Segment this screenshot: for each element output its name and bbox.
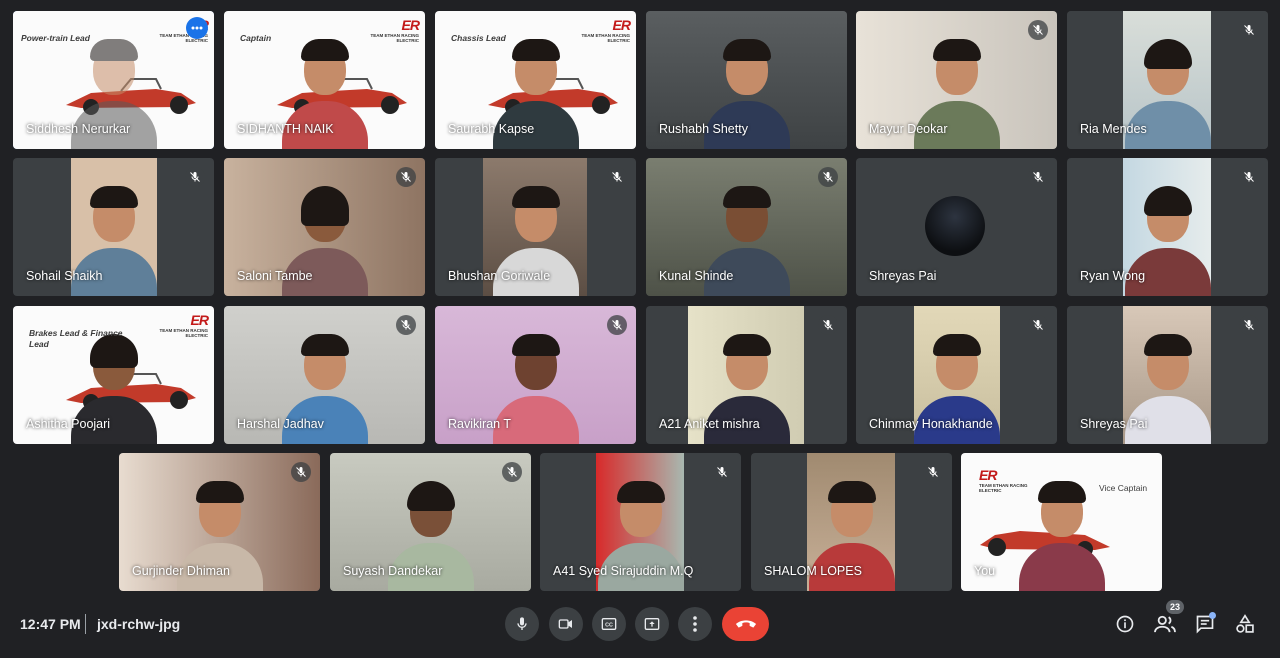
participant-tile[interactable]: Harshal Jadhav: [224, 306, 425, 444]
participant-tile[interactable]: Captain ER TEAM ETHAN RACING ELECTRIC SID…: [224, 11, 425, 149]
more-options-icon: [693, 616, 697, 632]
participant-tile[interactable]: Rushabh Shetty: [646, 11, 847, 149]
mic-off-icon: [1239, 167, 1259, 187]
participant-tile[interactable]: Chassis Lead ER TEAM ETHAN RACING ELECTRI…: [435, 11, 636, 149]
divider: [85, 614, 86, 634]
role-label: Brakes Lead & Finance Lead: [29, 328, 123, 349]
mic-off-icon: [1239, 315, 1259, 335]
participant-tile[interactable]: Chinmay Honakhande: [856, 306, 1057, 444]
participant-tile[interactable]: Saloni Tambe: [224, 158, 425, 296]
participant-tile[interactable]: Shreyas Pai: [856, 158, 1057, 296]
participant-tile[interactable]: Shreyas Pai: [1067, 306, 1268, 444]
participant-tile[interactable]: A41 Syed Sirajuddin M.Q: [540, 453, 741, 591]
participant-tile[interactable]: SHALOM LOPES: [751, 453, 952, 591]
mic-off-icon: [185, 167, 205, 187]
participant-name: You: [974, 564, 996, 578]
participant-name: Suyash Dandekar: [343, 564, 443, 578]
role-label: Captain: [240, 33, 272, 43]
participant-tile[interactable]: Ravikiran T: [435, 306, 636, 444]
team-logo: ERTEAM ETHAN RACING ELECTRIC: [581, 17, 632, 43]
team-logo: ERTEAM ETHAN RACING ELECTRIC: [370, 17, 421, 43]
leave-call-button[interactable]: [722, 607, 769, 641]
mic-off-icon: [291, 462, 311, 482]
mic-off-icon: [502, 462, 522, 482]
participant-name: Siddhesh Nerurkar: [26, 122, 131, 136]
participant-name: Gurjinder Dhiman: [132, 564, 230, 578]
present-icon: [644, 618, 660, 630]
mic-off-icon: [607, 167, 627, 187]
captions-icon: CC: [601, 618, 617, 630]
more-options-icon[interactable]: [186, 17, 208, 39]
participant-name: Chinmay Honakhande: [869, 417, 993, 431]
people-button[interactable]: [1153, 612, 1177, 636]
participant-name: Shreyas Pai: [869, 269, 937, 283]
svg-text:CC: CC: [605, 623, 613, 629]
mic-off-icon: [923, 462, 943, 482]
mic-icon: [517, 617, 527, 630]
participant-tile[interactable]: Mayur Deokar: [856, 11, 1057, 149]
participant-name: Ryan Wong: [1080, 269, 1146, 283]
meeting-details-button[interactable]: [1113, 612, 1137, 636]
participant-tile[interactable]: Power-train Lead ERTEAM ETHAN RACING ELE…: [13, 11, 214, 149]
participant-name: Ashitha Poojari: [26, 417, 111, 431]
role-label: Chassis Lead: [451, 33, 506, 43]
participant-name: Rushabh Shetty: [659, 122, 748, 136]
participant-name: Mayur Deokar: [869, 122, 948, 136]
participant-tile[interactable]: Brakes Lead & Finance Lead ER TEAM ETHAN …: [13, 306, 214, 444]
camera-icon: [558, 619, 572, 629]
participant-tile[interactable]: ER TEAM ETHAN RACING ELECTRIC Vice Captai…: [961, 453, 1162, 591]
mic-off-icon: [818, 315, 838, 335]
participant-tile[interactable]: Sohail Shaikh: [13, 158, 214, 296]
participant-tile[interactable]: Gurjinder Dhiman: [119, 453, 320, 591]
participant-name: Saurabh Kapse: [448, 122, 535, 136]
role-label: Vice Captain: [1099, 483, 1148, 493]
participant-tile[interactable]: Ria Mendes: [1067, 11, 1268, 149]
participant-name: Harshal Jadhav: [237, 417, 324, 431]
avatar: [925, 196, 985, 256]
mic-off-icon: [1028, 315, 1048, 335]
participant-name: Sohail Shaikh: [26, 269, 103, 283]
participant-name: Shreyas Pai: [1080, 417, 1148, 431]
participant-tile[interactable]: Ryan Wong: [1067, 158, 1268, 296]
mic-off-icon: [1239, 20, 1259, 40]
participant-tile[interactable]: A21 Aniket mishra: [646, 306, 847, 444]
meeting-toolbar: 12:47 PM jxd-rchw-jpg CC 23: [0, 600, 1280, 658]
mic-off-icon: [712, 462, 732, 482]
captions-button[interactable]: CC: [592, 607, 626, 641]
participant-name: Saloni Tambe: [237, 269, 313, 283]
participant-name: A21 Aniket mishra: [659, 417, 760, 431]
participant-name: Kunal Shinde: [659, 269, 734, 283]
participant-name: SHALOM LOPES: [764, 564, 862, 578]
participant-name: Ria Mendes: [1080, 122, 1147, 136]
camera-button[interactable]: [549, 607, 583, 641]
more-options-button[interactable]: [678, 607, 712, 641]
participant-name: A41 Syed Sirajuddin M.Q: [553, 564, 694, 578]
hangup-icon: [735, 620, 756, 628]
participant-name: SIDHANTH NAIK: [237, 122, 334, 136]
mic-off-icon: [607, 315, 627, 335]
participant-name: Ravikiran T: [448, 417, 511, 431]
role-label: Power-train Lead: [21, 33, 90, 43]
participant-tile[interactable]: Suyash Dandekar: [330, 453, 531, 591]
mic-button[interactable]: [505, 607, 539, 641]
meeting-code: jxd-rchw-jpg: [97, 616, 181, 632]
participant-name: Bhushan Goriwale: [448, 269, 551, 283]
participant-tile[interactable]: Bhushan Goriwale: [435, 158, 636, 296]
team-logo: ERTEAM ETHAN RACING ELECTRIC: [159, 312, 210, 338]
present-button[interactable]: [635, 607, 669, 641]
people-icon: [1154, 615, 1176, 633]
mic-off-icon: [396, 315, 416, 335]
mic-off-icon: [1028, 167, 1048, 187]
team-logo: ERTEAM ETHAN RACING ELECTRIC: [979, 467, 1028, 493]
participant-tile[interactable]: Kunal Shinde: [646, 158, 847, 296]
mic-off-icon: [818, 167, 838, 187]
info-icon: [1116, 615, 1134, 633]
meeting-time: 12:47 PM: [20, 616, 81, 632]
activities-icon: [1236, 614, 1254, 633]
activities-button[interactable]: [1233, 612, 1257, 636]
mic-off-icon: [396, 167, 416, 187]
mic-off-icon: [1028, 20, 1048, 40]
chat-notification-dot: [1209, 612, 1216, 619]
